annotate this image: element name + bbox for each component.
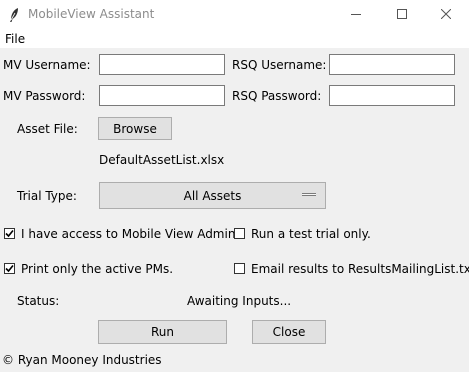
- admin-access-label[interactable]: I have access to Mobile View Admin.: [21, 226, 239, 242]
- email-results-label[interactable]: Email results to ResultsMailingList.txt.: [251, 261, 469, 277]
- close-icon: [440, 8, 452, 22]
- maximize-icon: [397, 8, 407, 22]
- menu-bar: File: [0, 30, 469, 48]
- active-pms-label[interactable]: Print only the active PMs.: [21, 261, 173, 277]
- rsq-password-field[interactable]: [329, 85, 455, 106]
- email-results-checkbox[interactable]: [234, 263, 245, 274]
- trial-type-dropdown[interactable]: All Assets: [99, 182, 326, 209]
- mv-username-field[interactable]: [99, 54, 225, 75]
- active-pms-checkbox[interactable]: [4, 263, 15, 274]
- feather-icon: [8, 7, 20, 23]
- close-button[interactable]: Close: [252, 320, 326, 344]
- status-label: Status:: [17, 294, 60, 308]
- browse-button[interactable]: Browse: [98, 117, 172, 140]
- test-trial-label[interactable]: Run a test trial only.: [251, 226, 371, 242]
- checkmark-icon: [5, 229, 14, 238]
- rsq-username-field[interactable]: [329, 54, 455, 75]
- title-bar: MobileView Assistant: [0, 0, 469, 30]
- dropdown-indicator-icon: [302, 193, 316, 196]
- trial-type-value: All Assets: [183, 188, 242, 203]
- menu-file[interactable]: File: [5, 32, 25, 46]
- minimize-button[interactable]: [333, 0, 379, 30]
- asset-file-name: DefaultAssetList.xlsx: [99, 153, 225, 167]
- status-value: Awaiting Inputs...: [187, 294, 292, 308]
- checkmark-icon: [5, 264, 14, 273]
- admin-access-checkbox[interactable]: [4, 228, 15, 239]
- asset-file-label: Asset File:: [17, 122, 78, 136]
- run-button[interactable]: Run: [98, 320, 227, 344]
- mv-password-field[interactable]: [99, 85, 225, 106]
- minimize-icon: [351, 8, 361, 22]
- close-window-button[interactable]: [423, 0, 469, 30]
- mv-password-label: MV Password:: [3, 89, 86, 103]
- window-title: MobileView Assistant: [28, 7, 155, 21]
- rsq-username-label: RSQ Username:: [232, 58, 327, 72]
- trial-type-label: Trial Type:: [17, 189, 77, 203]
- rsq-password-label: RSQ Password:: [232, 89, 322, 103]
- mv-username-label: MV Username:: [3, 58, 91, 72]
- test-trial-checkbox[interactable]: [234, 228, 245, 239]
- copyright-text: © Ryan Mooney Industries: [2, 353, 162, 367]
- maximize-button[interactable]: [379, 0, 425, 30]
